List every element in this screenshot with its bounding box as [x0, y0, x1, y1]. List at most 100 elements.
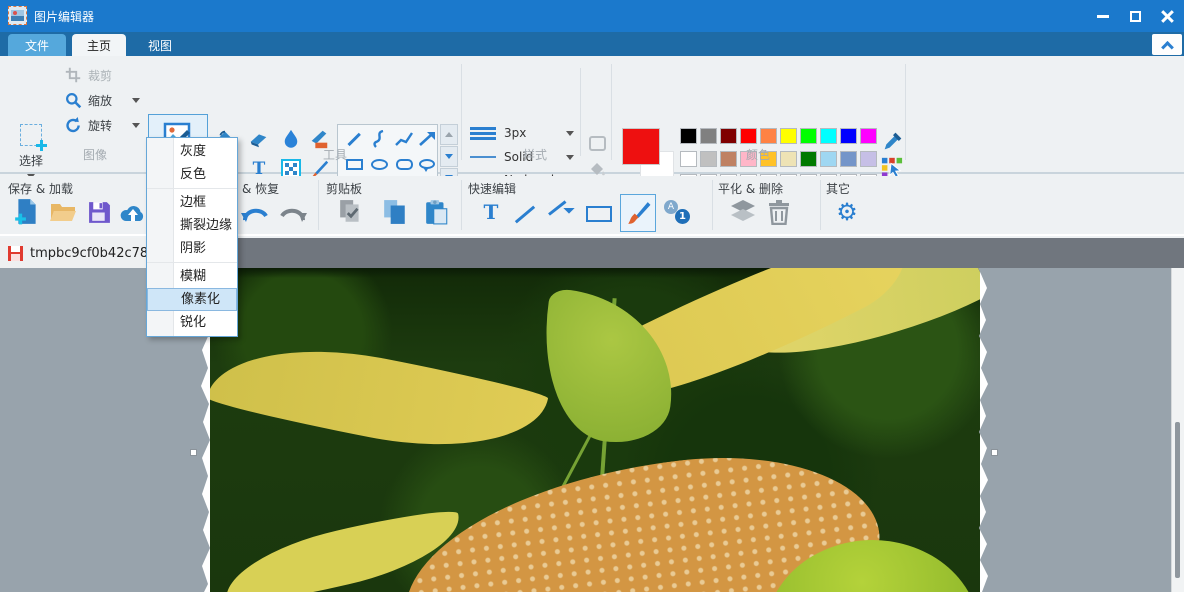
brush-icon [625, 200, 651, 226]
flatten-delete-group-label: 平化 & 删除 [718, 180, 783, 197]
zoom-button[interactable]: 缩放 [64, 89, 140, 111]
arrow-shape-tool[interactable] [416, 128, 438, 150]
menu-item-invert[interactable]: 反色 [147, 163, 237, 186]
open-image-button[interactable] [48, 196, 78, 228]
maximize-button[interactable] [1124, 5, 1146, 27]
zoom-label: 缩放 [88, 92, 112, 109]
open-folder-icon [49, 200, 77, 224]
collapse-ribbon-button[interactable] [1152, 34, 1182, 55]
maximize-icon [1130, 11, 1141, 22]
crop-icon [64, 66, 82, 84]
color-swatch[interactable] [700, 128, 717, 144]
photo-torn-border[interactable] [200, 268, 990, 592]
color-swatch[interactable] [820, 128, 837, 144]
color-picker-grid-icon [881, 156, 903, 178]
crop-button[interactable]: 裁剪 [64, 64, 112, 86]
copy-icon [382, 199, 408, 225]
color-swatch[interactable] [860, 128, 877, 144]
selection-handle-left[interactable] [190, 449, 197, 456]
chevron-up-icon [1161, 41, 1174, 54]
style-group-label: 样式 [480, 146, 590, 163]
menu-item-blur[interactable]: 模糊 [147, 265, 237, 288]
shapes-scroll-up-button[interactable] [440, 124, 458, 145]
image-editor-window: 图片编辑器 文件 主页 视图 选择 裁剪 [0, 0, 1184, 592]
other-group-label: 其它 [826, 180, 850, 197]
menu-item-shadow[interactable]: 阴影 [147, 237, 237, 260]
color-swatch[interactable] [680, 128, 697, 144]
selection-rect-icon [20, 124, 42, 146]
color-swatch[interactable] [840, 128, 857, 144]
menu-separator [147, 262, 237, 263]
rotate-label: 旋转 [88, 117, 112, 134]
save-image-button[interactable] [84, 196, 114, 228]
undo-redo-group-label: & 恢复 [242, 180, 279, 197]
eyedropper-button[interactable] [880, 128, 906, 154]
menu-item-grayscale[interactable]: 灰度 [147, 140, 237, 163]
color-swatch[interactable] [800, 128, 817, 144]
vertical-scrollbar[interactable] [1171, 268, 1184, 592]
minimize-button[interactable] [1092, 5, 1114, 27]
menu-item-torn-edges[interactable]: 撕裂边缘 [147, 214, 237, 237]
quick-rect-button[interactable] [584, 198, 614, 230]
palette-row-1 [680, 128, 877, 144]
quick-steps-button[interactable]: A 1 [662, 196, 692, 228]
polyline-shape-tool[interactable] [393, 128, 415, 150]
copy-button[interactable] [380, 196, 410, 228]
menu-item-border[interactable]: 边框 [147, 191, 237, 214]
color-swatch[interactable] [740, 128, 757, 144]
tab-view[interactable]: 视图 [132, 34, 188, 56]
eyedropper-icon [883, 131, 903, 151]
arrow-ne-icon [549, 204, 573, 224]
triangle-down-icon [445, 154, 453, 159]
shapes-scroll-down-button[interactable] [440, 146, 458, 167]
trash-icon [767, 199, 791, 225]
close-button[interactable] [1156, 5, 1178, 27]
magnifier-icon [64, 91, 82, 109]
flatten-layers-button[interactable] [728, 196, 758, 228]
color-swatch[interactable] [840, 151, 857, 167]
leaf-young-green [531, 287, 685, 449]
text-icon: T [484, 200, 499, 224]
undo-icon [241, 204, 269, 224]
color-swatch[interactable] [760, 128, 777, 144]
new-file-icon [14, 198, 40, 226]
eraser-tool[interactable] [246, 126, 272, 152]
clipboard-group-label: 剪贴板 [326, 180, 362, 197]
upload-image-button[interactable] [118, 196, 148, 228]
window-title: 图片编辑器 [34, 8, 94, 25]
quick-text-button[interactable]: T [476, 196, 506, 228]
color-swatch[interactable] [820, 151, 837, 167]
rectangle-icon [586, 206, 612, 222]
copy-check-icon [338, 199, 364, 225]
current-color-swatch[interactable] [622, 128, 660, 165]
copy-merged-button[interactable] [336, 196, 366, 228]
color-swatch[interactable] [680, 151, 697, 167]
paste-button[interactable] [422, 196, 452, 228]
unsaved-floppy-icon [8, 246, 23, 261]
quick-line-button[interactable] [510, 198, 540, 230]
image-group-label: 图像 [40, 146, 150, 163]
quick-brush-button-selected[interactable] [620, 194, 656, 232]
selection-handle-right[interactable] [991, 449, 998, 456]
line-width-control[interactable]: 3px [470, 124, 574, 142]
color-swatch[interactable] [780, 128, 797, 144]
menu-item-pixelate[interactable]: 像素化 [147, 288, 237, 311]
speech-bubble-shape-tool[interactable] [416, 153, 438, 175]
chevron-down-icon [132, 98, 140, 103]
quick-arrow-button[interactable] [546, 198, 576, 230]
color-swatch[interactable] [720, 128, 737, 144]
undo-button[interactable] [240, 198, 270, 230]
photo-image[interactable] [210, 268, 980, 592]
color-swatch[interactable] [860, 151, 877, 167]
redo-button[interactable] [278, 198, 308, 230]
rounded-rect-shape-tool[interactable] [393, 153, 415, 175]
scrollbar-thumb[interactable] [1175, 422, 1180, 578]
menu-item-sharpen[interactable]: 锐化 [147, 311, 237, 334]
delete-button[interactable] [764, 196, 794, 228]
tab-home[interactable]: 主页 [72, 34, 126, 56]
new-image-button[interactable] [12, 196, 42, 228]
settings-button[interactable]: ⚙ [832, 196, 862, 228]
rotate-button[interactable]: 旋转 [64, 114, 140, 136]
app-icon [8, 6, 27, 25]
tab-file[interactable]: 文件 [8, 34, 66, 56]
